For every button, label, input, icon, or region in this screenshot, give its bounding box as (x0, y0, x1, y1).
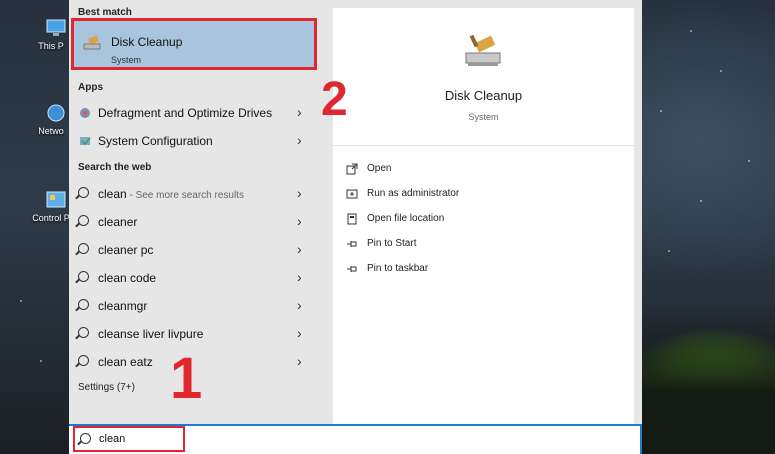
desktop-icon-label: This P (38, 41, 64, 51)
pin-icon (346, 263, 358, 275)
web-result-term: cleanse liver livpure (98, 327, 204, 341)
disk-cleanup-icon (83, 35, 103, 56)
computer-icon (45, 18, 67, 38)
web-result-item[interactable]: cleaner pc › (69, 237, 330, 263)
system-config-icon (78, 134, 92, 148)
chevron-right-icon[interactable]: › (297, 213, 302, 229)
app-item-system-configuration[interactable]: System Configuration › (69, 128, 330, 154)
chevron-right-icon[interactable]: › (297, 269, 302, 285)
best-match-subtitle: System (111, 55, 142, 65)
search-input[interactable]: clean (99, 433, 125, 445)
chevron-right-icon[interactable]: › (297, 325, 302, 341)
control-panel-icon (45, 190, 67, 210)
app-item-defragment[interactable]: Defragment and Optimize Drives › (69, 100, 330, 126)
search-icon (78, 327, 92, 341)
web-result-item[interactable]: cleaner › (69, 209, 330, 235)
web-result-hint: - See more search results (126, 190, 244, 201)
web-result-item[interactable]: clean - See more search results › (69, 181, 330, 207)
best-match-item[interactable]: Disk Cleanup System (71, 18, 317, 70)
file-location-icon (346, 213, 358, 225)
search-icon (80, 433, 91, 444)
chevron-right-icon[interactable]: › (297, 241, 302, 257)
web-result-item[interactable]: clean code › (69, 265, 330, 291)
preview-divider (333, 145, 634, 146)
preview-subtitle: System (468, 112, 499, 122)
web-result-term: clean code (98, 271, 157, 285)
action-label: Run as administrator (367, 188, 460, 199)
best-match-heading: Best match (78, 7, 132, 18)
action-label: Pin to taskbar (367, 263, 429, 274)
search-web-heading: Search the web (78, 162, 152, 173)
action-label: Open file location (367, 213, 445, 224)
preview-title: Disk Cleanup (444, 88, 523, 103)
search-icon (78, 271, 92, 285)
web-result-term: cleaner (98, 215, 138, 229)
desktop-icon-label: Control P (32, 213, 70, 223)
web-result-term: clean eatz (98, 355, 153, 369)
desktop-icon-label: Netwo (38, 126, 64, 136)
chevron-right-icon[interactable]: › (297, 132, 302, 148)
web-result-item[interactable]: cleanse liver livpure › (69, 321, 330, 347)
app-item-label: System Configuration (98, 134, 213, 148)
settings-heading[interactable]: Settings (7+) (78, 382, 135, 393)
defrag-icon (78, 106, 92, 120)
apps-heading: Apps (78, 82, 103, 93)
web-result-item[interactable]: cleanmgr › (69, 293, 330, 319)
run-admin-icon (346, 188, 358, 200)
network-icon (45, 103, 67, 123)
action-label: Pin to Start (367, 238, 417, 249)
search-icon (78, 355, 92, 369)
web-result-term: clean (98, 187, 127, 201)
search-icon (78, 187, 92, 201)
chevron-right-icon[interactable]: › (297, 185, 302, 201)
search-icon (78, 299, 92, 313)
pin-icon (346, 238, 358, 250)
app-item-label: Defragment and Optimize Drives (98, 106, 273, 120)
chevron-right-icon[interactable]: › (297, 297, 302, 313)
action-label: Open (367, 163, 392, 174)
annotation-step-1: 1 (170, 346, 203, 411)
best-match-title: Disk Cleanup (111, 35, 183, 49)
chevron-right-icon[interactable]: › (297, 104, 302, 120)
disk-cleanup-large-icon (462, 33, 504, 74)
chevron-right-icon[interactable]: › (297, 353, 302, 369)
web-result-term: cleanmgr (98, 299, 148, 313)
search-icon (78, 243, 92, 257)
web-result-term: cleaner pc (98, 243, 154, 257)
search-icon (78, 215, 92, 229)
open-icon (346, 163, 358, 175)
